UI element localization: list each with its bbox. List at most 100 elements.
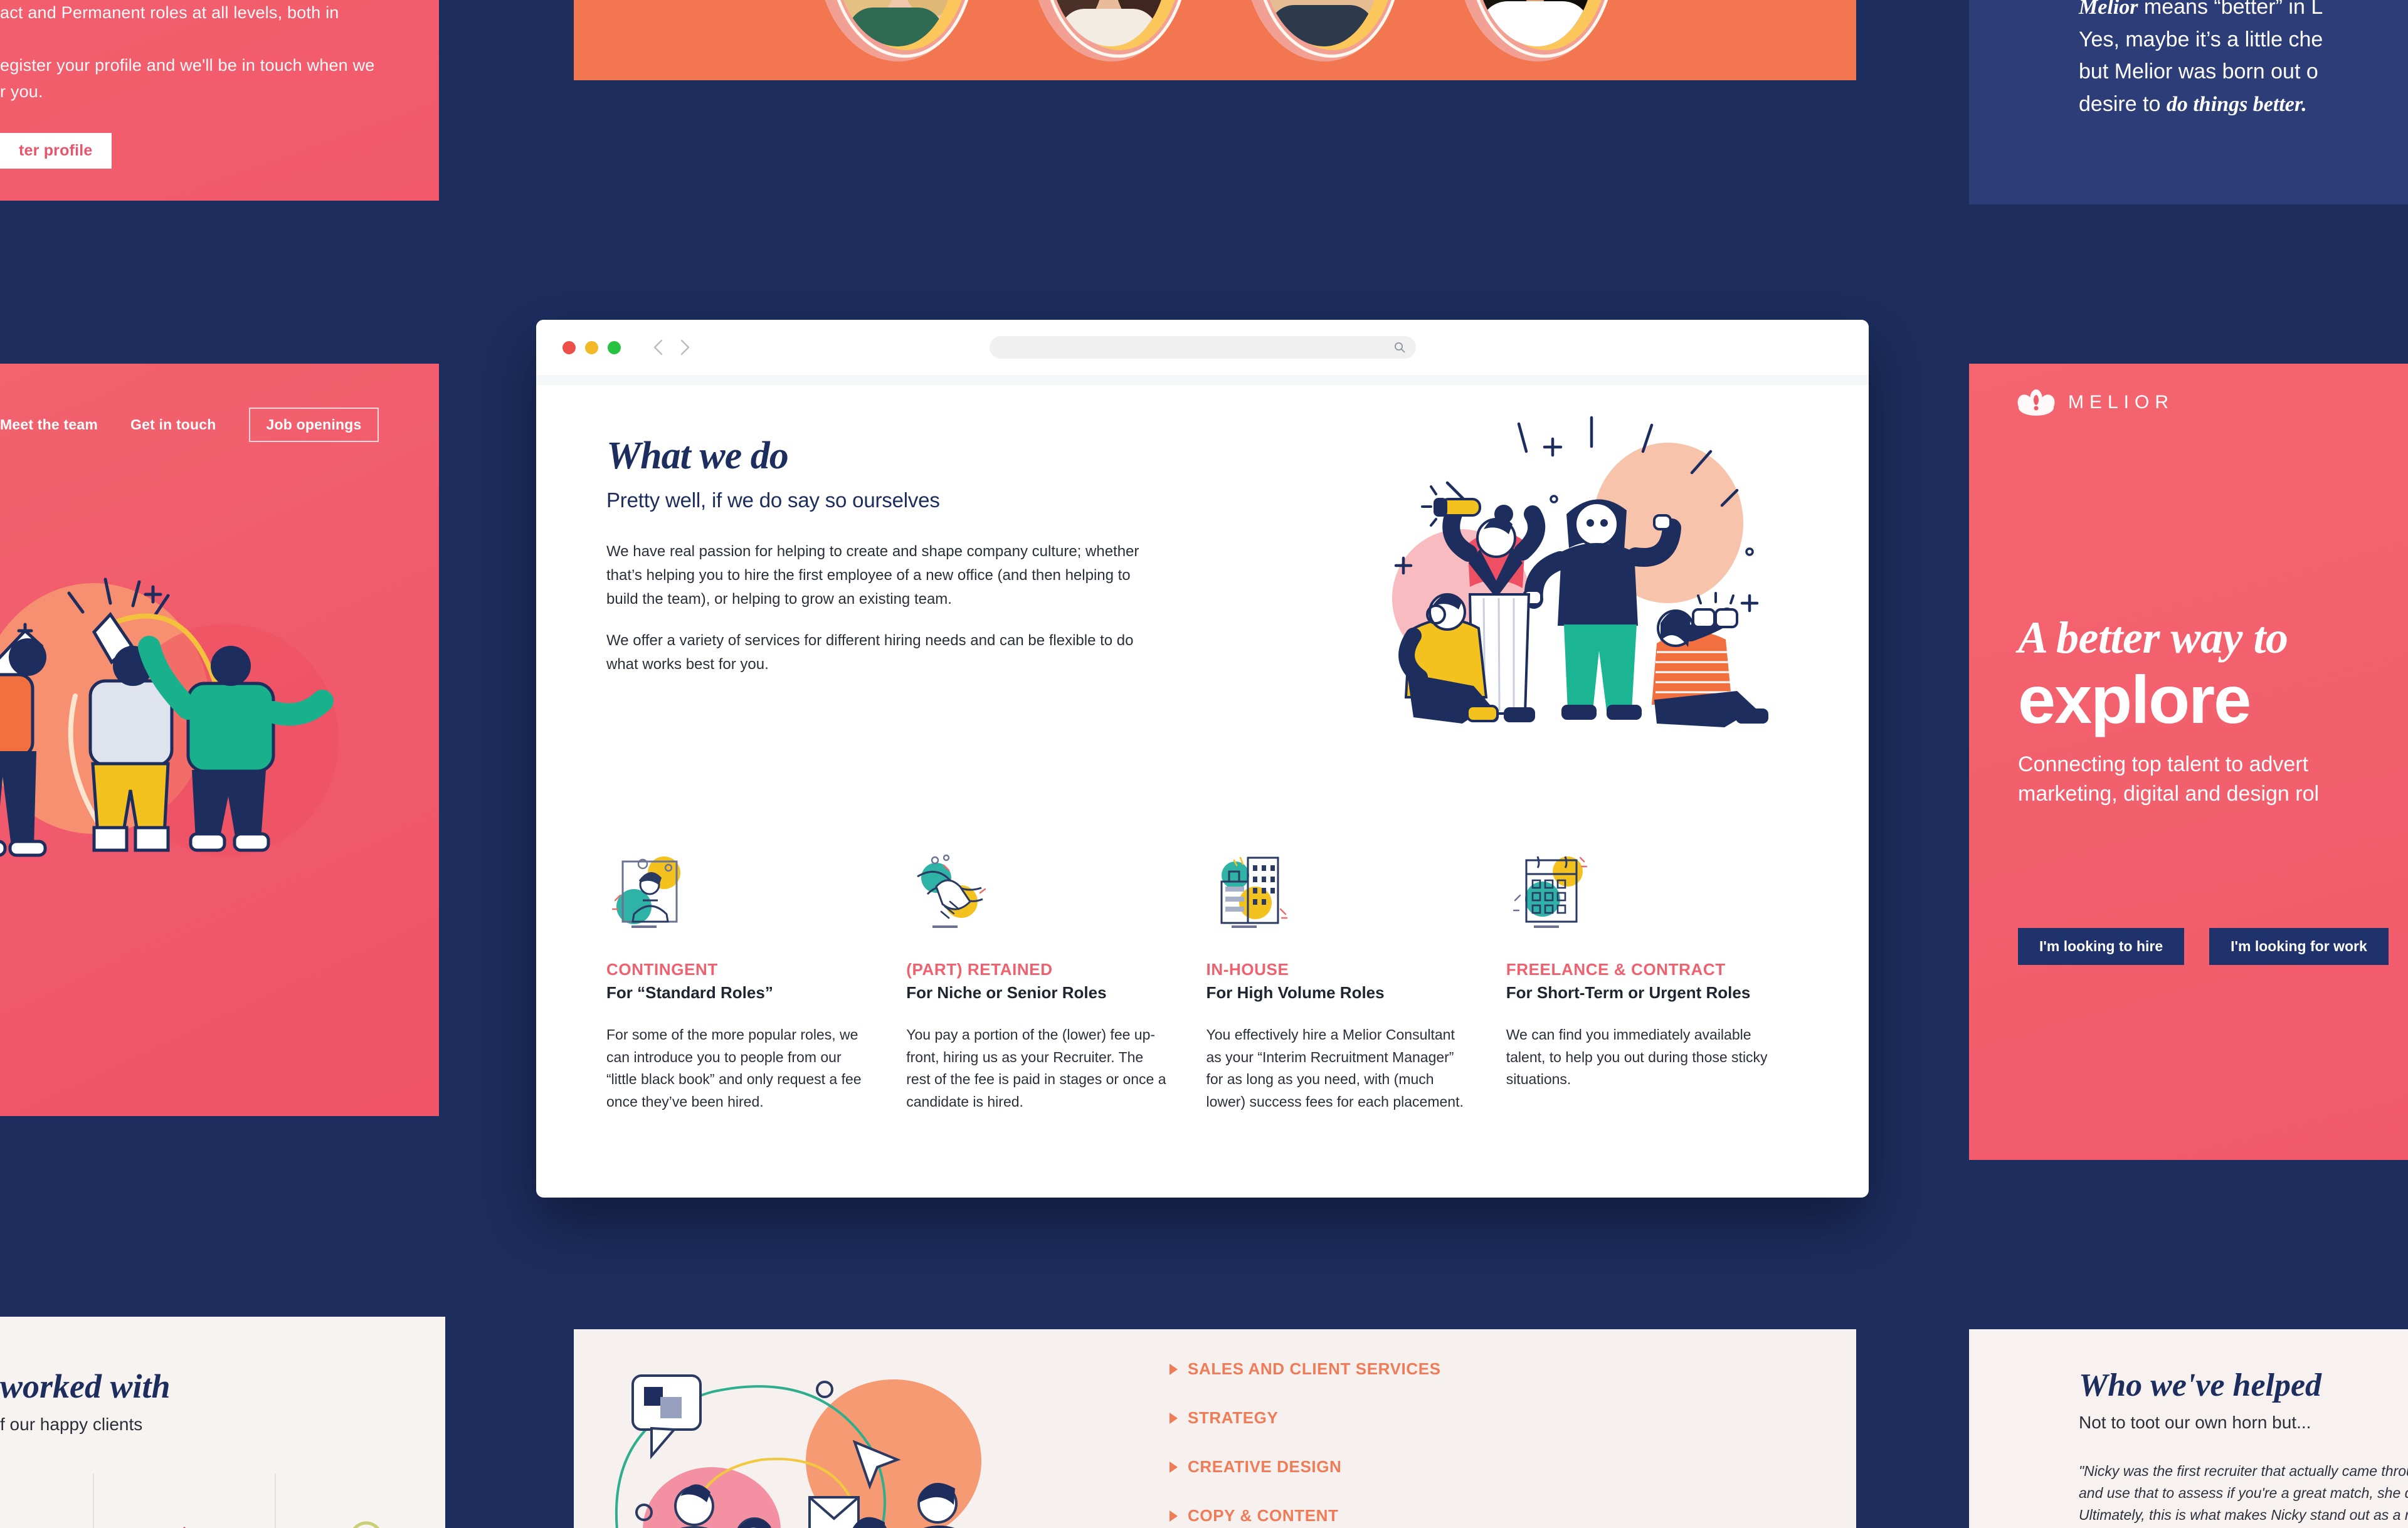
green-brand-logo-icon xyxy=(0,1508,40,1528)
panel-who-weve-helped: Who we've helped Not to toot our own hor… xyxy=(1969,1329,2408,1528)
panel-melior-meaning: Melior means “better” in L Yes, maybe it… xyxy=(1969,0,2408,204)
service-card-freelance-contract: FREELANCE & CONTRACT For Short-Term or U… xyxy=(1506,849,1806,1114)
quote-line-4: desire to do things better. xyxy=(2079,88,2408,121)
quote-line-4-pre: desire to xyxy=(2079,92,2167,117)
forward-arrow-icon[interactable] xyxy=(679,338,691,357)
service-card-in-house: IN-HOUSE For High Volume Roles You effec… xyxy=(1207,849,1506,1114)
page-content: What we do Pretty well, if we do say so … xyxy=(536,385,1869,1198)
testimonial-line-3: Ultimately, this is what makes Nicky sta… xyxy=(2079,1506,2408,1523)
client-logo xyxy=(0,1473,94,1528)
chevron-right-icon xyxy=(1170,1363,1178,1375)
service-card-contingent: CONTINGENT For “Standard Roles” For some… xyxy=(606,849,906,1114)
role-category-list: SALES AND CLIENT SERVICES STRATEGY CREAT… xyxy=(1170,1359,1441,1528)
looking-for-work-button[interactable]: I'm looking for work xyxy=(2209,928,2389,965)
nav-item-get-in-touch[interactable]: Get in touch xyxy=(130,416,216,433)
chevron-right-icon xyxy=(1170,1510,1178,1522)
testimonial-line-1: "Nicky was the first recruiter that actu… xyxy=(2079,1463,2408,1479)
desktop-background: act and Permanent roles at all levels, b… xyxy=(0,0,2408,1528)
browser-window: What we do Pretty well, if we do say so … xyxy=(536,320,1869,1198)
traffic-lights xyxy=(562,340,621,354)
team-avatar-row xyxy=(574,0,1856,61)
quote-line-2: Yes, maybe it’s a little che xyxy=(2079,27,2323,51)
high-five-illustration xyxy=(0,577,339,857)
service-kicker: IN-HOUSE xyxy=(1206,960,1289,979)
panel-worked-with: worked with f our happy clients xyxy=(0,1317,445,1528)
pink-brand-logo-icon xyxy=(182,1527,186,1528)
olive-brand-logo-icon xyxy=(352,1521,380,1528)
service-subtitle: For “Standard Roles” xyxy=(606,983,773,1002)
service-subtitle: For High Volume Roles xyxy=(1206,983,1385,1002)
looking-to-hire-button[interactable]: I'm looking to hire xyxy=(2018,928,2185,965)
chevron-right-icon xyxy=(1170,1412,1178,1424)
calendar-icon xyxy=(1513,856,1587,928)
melior-logo[interactable]: MELIOR xyxy=(2017,389,2175,416)
role-item-strategy[interactable]: STRATEGY xyxy=(1170,1408,1441,1428)
register-profile-button[interactable]: ter profile xyxy=(0,132,112,169)
nav-item-meet-the-team[interactable]: Meet the team xyxy=(0,416,98,433)
browser-navigation xyxy=(652,338,691,357)
role-item-creative-design[interactable]: CREATIVE DESIGN xyxy=(1170,1457,1441,1477)
minimize-window-button[interactable] xyxy=(585,340,598,354)
melior-word: Melior xyxy=(2079,0,2138,19)
site-nav: Meet the team Get in touch Job openings xyxy=(0,408,379,442)
office-building-icon xyxy=(1220,856,1287,928)
panel-role-categories: SALES AND CLIENT SERVICES STRATEGY CREAT… xyxy=(574,1329,1856,1528)
role-item-label: COPY & CONTENT xyxy=(1188,1506,1339,1525)
maximize-window-button[interactable] xyxy=(608,340,621,354)
page-paragraph-2: We offer a variety of services for diffe… xyxy=(606,631,1134,673)
melior-logo-text: MELIOR xyxy=(2068,392,2175,413)
avatar xyxy=(1244,0,1402,61)
page-paragraph-1: We have real passion for helping to crea… xyxy=(606,543,1139,608)
chevron-right-icon xyxy=(1170,1461,1178,1473)
panel-register-profile: act and Permanent roles at all levels, b… xyxy=(0,0,439,201)
helped-title: Who we've helped xyxy=(2079,1367,2322,1403)
quote-line-3: but Melior was born out o xyxy=(2079,60,2318,84)
register-line-1: act and Permanent roles at all levels, b… xyxy=(0,3,339,22)
hero-headline-bold: explore xyxy=(2018,661,2251,737)
helped-subtitle: Not to toot our own horn but... xyxy=(2079,1413,2311,1432)
helped-testimonial: "Nicky was the first recruiter that actu… xyxy=(2079,1460,2408,1526)
people-searching-illustration xyxy=(1392,416,1768,727)
worked-with-subtitle: f our happy clients xyxy=(0,1415,143,1434)
service-subtitle: For Niche or Senior Roles xyxy=(906,983,1107,1002)
back-arrow-icon[interactable] xyxy=(652,338,665,357)
close-window-button[interactable] xyxy=(562,340,576,354)
client-logo-row xyxy=(0,1473,445,1528)
service-kicker: CONTINGENT xyxy=(606,960,718,979)
collaboration-illustration xyxy=(615,1374,981,1528)
panel-hero-explore: MELIOR A better way to explore Connectin… xyxy=(1969,364,2408,1160)
panel-site-nav: Meet the team Get in touch Job openings xyxy=(0,364,439,1116)
lotus-mark-icon xyxy=(2017,389,2055,416)
avatar xyxy=(1457,0,1615,61)
service-description: For some of the more popular roles, we c… xyxy=(606,1026,862,1110)
chrome-divider xyxy=(536,375,1869,385)
worked-with-title: worked with xyxy=(0,1367,171,1405)
nav-item-job-openings[interactable]: Job openings xyxy=(248,408,379,442)
role-item-label: STRATEGY xyxy=(1188,1408,1279,1427)
service-kicker: FREELANCE & CONTRACT xyxy=(1506,960,1726,979)
service-kicker: (PART) RETAINED xyxy=(906,960,1053,979)
role-item-label: SALES AND CLIENT SERVICES xyxy=(1188,1359,1441,1378)
service-card-part-retained: (PART) RETAINED For Niche or Senior Role… xyxy=(906,849,1206,1114)
client-logo xyxy=(276,1473,445,1528)
service-description: We can find you immediately available ta… xyxy=(1506,1026,1768,1088)
role-item-copy-and-content[interactable]: COPY & CONTENT xyxy=(1170,1506,1441,1525)
role-item-label: CREATIVE DESIGN xyxy=(1188,1457,1342,1476)
panel-team-photos xyxy=(574,0,1856,80)
address-bar[interactable] xyxy=(989,336,1416,359)
search-icon xyxy=(1394,342,1405,353)
service-subtitle: For Short-Term or Urgent Roles xyxy=(1506,983,1751,1002)
register-line-3: r you. xyxy=(0,82,43,101)
role-item-sales-and-client-services[interactable]: SALES AND CLIENT SERVICES xyxy=(1170,1359,1441,1379)
avatar xyxy=(1030,0,1189,61)
service-description: You effectively hire a Melior Consultant… xyxy=(1206,1026,1464,1110)
browser-chrome xyxy=(536,320,1869,375)
avatar xyxy=(817,0,976,61)
quote-line-1: Melior means “better” in L xyxy=(2079,0,2408,24)
profile-card-icon xyxy=(611,856,680,928)
do-things-better: do things better. xyxy=(2166,93,2307,117)
register-line-2: egister your profile and we'll be in tou… xyxy=(0,55,375,75)
testimonial-line-2: and use that to assess if you're a great… xyxy=(2079,1484,2408,1501)
service-description: You pay a portion of the (lower) fee up-… xyxy=(906,1026,1166,1110)
quote-line-1-rest: means “better” in L xyxy=(2138,0,2323,19)
